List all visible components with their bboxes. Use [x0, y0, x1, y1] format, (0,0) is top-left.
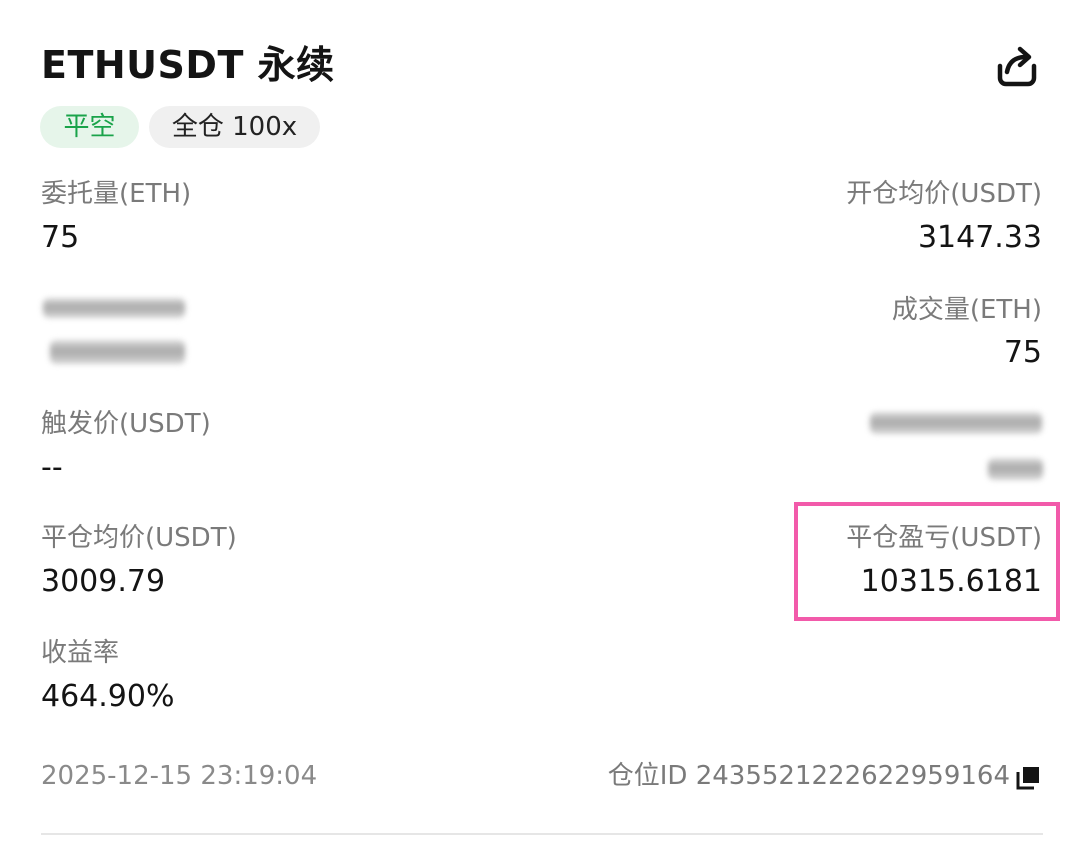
filled-qty-label: 成交量(ETH): [891, 295, 1042, 325]
redacted-label: [43, 298, 185, 318]
close-avg-price-value: 3009.79: [41, 564, 166, 599]
redacted-label: [870, 412, 1042, 434]
order-timestamp: 2025-12-15 23:19:04: [41, 761, 318, 791]
trigger-price-label: 触发价(USDT): [41, 409, 211, 439]
page-title: ETHUSDT 永续: [41, 43, 335, 87]
copy-icon: [1016, 767, 1039, 790]
open-avg-price-label: 开仓均价(USDT): [846, 179, 1042, 209]
close-pnl-value: 10315.6181: [860, 564, 1042, 599]
order-qty-value: 75: [41, 220, 80, 255]
open-avg-price-value: 3147.33: [917, 220, 1042, 255]
copy-position-id-button[interactable]: [1015, 765, 1041, 791]
share-icon: [997, 46, 1037, 87]
share-button[interactable]: [994, 44, 1040, 90]
trigger-price-value: --: [41, 450, 63, 485]
order-detail-card: ETHUSDT 永续 平空 全仓 100x 委托量(ETH) 75 开仓均价(U…: [0, 0, 1084, 843]
position-id: 仓位ID 2435521222622959164: [607, 761, 1010, 791]
side-badge: 平空: [40, 106, 139, 148]
close-pnl-label: 平仓盈亏(USDT): [846, 523, 1042, 553]
filled-qty-value: 75: [1003, 335, 1042, 370]
order-qty-label: 委托量(ETH): [41, 179, 192, 209]
close-avg-price-label: 平仓均价(USDT): [41, 523, 237, 553]
roi-label: 收益率: [41, 638, 120, 668]
roi-value: 464.90%: [41, 679, 175, 714]
redacted-value: [988, 458, 1043, 480]
divider: [41, 833, 1043, 835]
redacted-value: [50, 340, 185, 364]
margin-leverage-badge: 全仓 100x: [149, 106, 320, 148]
